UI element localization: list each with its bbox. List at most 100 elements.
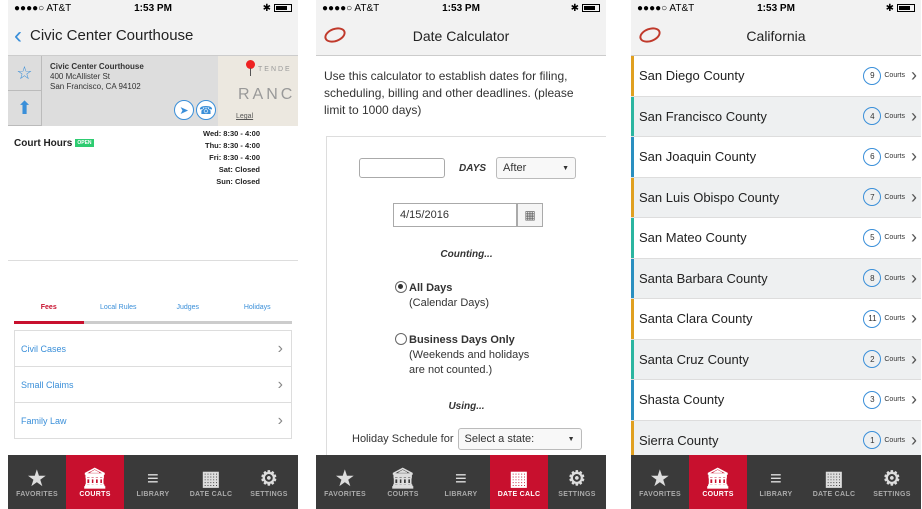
counting-label: Counting... [440, 249, 493, 260]
chevron-right-icon: › [277, 411, 283, 429]
tab-label: COURTS [702, 490, 734, 498]
chevron-right-icon: › [277, 339, 283, 357]
county-row[interactable]: San Luis Obispo County 7 Courts › [631, 177, 921, 218]
option-subtitle: are not counted.) [409, 364, 493, 376]
tab-label: FAVORITES [639, 490, 681, 498]
list-item[interactable]: Civil Cases › [15, 331, 291, 367]
tab-favorites[interactable]: ★ FAVORITES [8, 455, 66, 509]
tab-date-calc[interactable]: ▦ DATE CALC [805, 455, 863, 509]
tab-local-rules[interactable]: Local Rules [84, 294, 154, 321]
favorite-star-icon[interactable]: ☆ [8, 56, 41, 91]
direction-select[interactable]: After ▼ [496, 157, 577, 179]
state-select[interactable]: Select a state: ▼ [457, 428, 582, 450]
option-title: All Days [409, 282, 453, 294]
navbar: Date Calculator [316, 16, 606, 56]
tab-label: SETTINGS [250, 490, 288, 498]
tab-library[interactable]: ≡ LIBRARY [432, 455, 490, 509]
county-row[interactable]: San Francisco County 4 Courts › [631, 96, 921, 137]
status-bar: ●●●●○ AT&T 1:53 PM ✱ [8, 0, 298, 16]
calendar-icon: ▦ [824, 467, 844, 490]
gear-icon: ⚙ [882, 467, 902, 490]
courts-word: Courts [884, 112, 905, 120]
tab-date-calc[interactable]: ▦ DATE CALC [490, 455, 548, 509]
tab-label: FAVORITES [16, 490, 58, 498]
courthouse-icon: 🏛 [705, 467, 731, 490]
clock: 1:53 PM [134, 2, 172, 14]
map-word-small: TENDE [258, 66, 292, 73]
list-item[interactable]: Small Claims › [15, 367, 291, 403]
hours-row: Sun: Closed [216, 177, 260, 186]
courts-count: 5 [863, 228, 882, 247]
courts-word: Courts [884, 436, 905, 444]
tab-favorites[interactable]: ★ FAVORITES [316, 455, 374, 509]
gear-icon: ⚙ [567, 467, 587, 490]
county-name: San Diego County [639, 68, 745, 84]
county-row[interactable]: Santa Cruz County 2 Courts › [631, 339, 921, 380]
courts-word: Courts [884, 153, 905, 161]
chevron-right-icon: › [911, 186, 917, 207]
date-calculator-screen: ●●●●○ AT&T 1:53 PM ✱ Date Calculator Use… [316, 0, 606, 509]
tab-settings[interactable]: ⚙ SETTINGS [863, 455, 921, 509]
legal-link[interactable]: Legal [236, 113, 253, 120]
courts-count: 1 [863, 431, 882, 450]
books-icon: ≡ [770, 467, 782, 490]
map-word: RANC [238, 86, 296, 103]
star-icon: ★ [27, 467, 47, 490]
courts-count: 2 [863, 350, 882, 369]
courts-count-badge: 5 Courts [863, 228, 905, 247]
date-field[interactable]: 4/15/2016 [393, 203, 517, 227]
calendar-picker-icon[interactable]: ▦ [517, 203, 543, 227]
county-row[interactable]: Santa Barbara County 8 Courts › [631, 258, 921, 299]
tab-fees[interactable]: Fees [14, 294, 84, 324]
tab-courts[interactable]: 🏛 COURTS [374, 455, 432, 509]
county-name: San Francisco County [639, 108, 767, 124]
county-row[interactable]: Shasta County 3 Courts › [631, 380, 921, 421]
county-row[interactable]: San Joaquin County 6 Courts › [631, 137, 921, 178]
tab-label: COURTS [79, 490, 111, 498]
tab-bar: ★ FAVORITES 🏛 COURTS ≡ LIBRARY ▦ DATE CALC ⚙… [316, 455, 606, 509]
county-row[interactable]: San Mateo County 5 Courts › [631, 218, 921, 259]
days-label: DAYS [459, 162, 487, 174]
tab-date-calc[interactable]: ▦ DATE CALC [182, 455, 240, 509]
days-input[interactable] [359, 158, 445, 178]
all-days-option[interactable]: All Days (Calendar Days) [395, 281, 489, 311]
info-actions: ☆ ⬆ [8, 56, 42, 126]
share-icon[interactable]: ⬆ [8, 91, 41, 126]
holiday-label: Holiday Schedule for [352, 433, 454, 445]
tab-settings[interactable]: ⚙ SETTINGS [548, 455, 606, 509]
tab-label: LIBRARY [759, 490, 793, 498]
back-chevron-icon[interactable]: ‹ [14, 23, 22, 47]
tab-label: LIBRARY [444, 490, 478, 498]
courts-word: Courts [884, 72, 905, 80]
tab-courts[interactable]: 🏛 COURTS [689, 455, 747, 509]
hours-row: Thu: 8:30 - 4:00 [204, 141, 260, 150]
map-thumbnail[interactable]: TENDE RANC Legal [218, 56, 298, 126]
directions-icon[interactable]: ➤ [174, 100, 194, 120]
dropdown-arrow-icon: ▼ [567, 435, 575, 443]
business-days-option[interactable]: Business Days Only (Weekends and holiday… [395, 333, 529, 378]
tab-library[interactable]: ≡ LIBRARY [124, 455, 182, 509]
county-row[interactable]: San Diego County 9 Courts › [631, 56, 921, 97]
courts-count: 3 [863, 390, 882, 409]
county-row[interactable]: Santa Clara County 11 Courts › [631, 299, 921, 340]
battery-icon [274, 3, 293, 12]
courthouse-icon: 🏛 [82, 467, 108, 490]
courthouse-icon: 🏛 [390, 467, 416, 490]
phone-icon[interactable]: ☎ [196, 100, 216, 120]
calendar-icon: ▦ [201, 467, 221, 490]
tab-library[interactable]: ≡ LIBRARY [747, 455, 805, 509]
bluetooth-icon: ✱ [262, 2, 272, 14]
address-name: Civic Center Courthouse [50, 62, 144, 71]
status-bar: ●●●●○ AT&T 1:53 PM ✱ [316, 0, 606, 16]
tab-judges[interactable]: Judges [153, 294, 223, 321]
county-name: San Joaquin County [639, 149, 757, 165]
tab-favorites[interactable]: ★ FAVORITES [631, 455, 689, 509]
tab-settings[interactable]: ⚙ SETTINGS [240, 455, 298, 509]
tab-holidays[interactable]: Holidays [223, 294, 293, 321]
radio-selected-icon [395, 281, 407, 293]
clock: 1:53 PM [442, 2, 480, 14]
courts-count-badge: 9 Courts [863, 66, 905, 85]
list-item[interactable]: Family Law › [15, 403, 291, 439]
tab-courts[interactable]: 🏛 COURTS [66, 455, 124, 509]
carrier: ●●●●○ AT&T [637, 2, 695, 14]
